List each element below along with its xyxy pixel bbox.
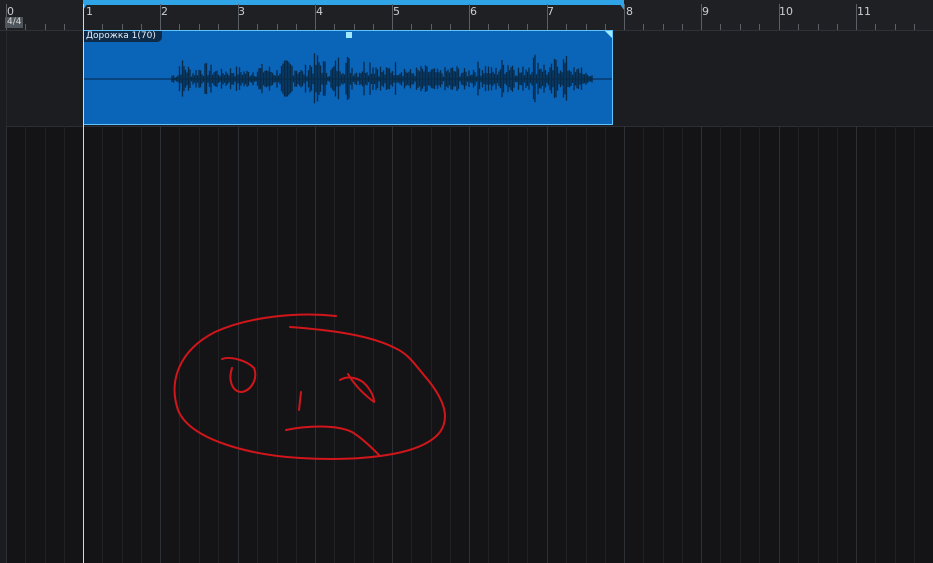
ruler-tick: [798, 24, 799, 30]
ruler-tick: [779, 4, 780, 30]
ruler-tick: [837, 24, 838, 30]
bar-number-2: 2: [161, 5, 168, 18]
ruler-tick: [624, 4, 625, 30]
bar-number-1: 1: [86, 5, 93, 18]
bar-number-7: 7: [547, 5, 554, 18]
timeline-ruler[interactable]: 0 1 2 3 4 5 6 7 8 9 10 11 4/4: [0, 0, 933, 31]
audio-clip[interactable]: Дорожка 1(70): [83, 30, 613, 125]
loop-end-marker[interactable]: [617, 0, 624, 10]
ruler-tick: [469, 4, 470, 30]
ruler-tick: [315, 4, 316, 30]
ruler-tick: [238, 4, 239, 30]
clip-volume-handle[interactable]: [346, 32, 352, 38]
ruler-tick: [914, 24, 915, 30]
ruler-tick: [64, 24, 65, 30]
bar-number-6: 6: [470, 5, 477, 18]
ruler-tick: [875, 24, 876, 30]
ruler-tick: [895, 24, 896, 30]
waveform-peaks: [171, 53, 593, 104]
bar-number-11: 11: [857, 5, 871, 18]
bar-number-3: 3: [238, 5, 245, 18]
playhead-cursor[interactable]: [83, 4, 84, 563]
ruler-tick: [856, 4, 857, 30]
ruler-tick: [392, 4, 393, 30]
ruler-tick: [759, 24, 760, 30]
audio-waveform: [84, 53, 612, 104]
ruler-tick: [643, 24, 644, 30]
bar-number-10: 10: [779, 5, 793, 18]
ruler-tick: [682, 24, 683, 30]
bar-number-4: 4: [316, 5, 323, 18]
bar-number-5: 5: [393, 5, 400, 18]
time-signature[interactable]: 4/4: [5, 17, 24, 28]
ruler-tick: [818, 24, 819, 30]
ruler-tick: [25, 24, 26, 30]
ruler-tick: [45, 24, 46, 30]
ruler-tick: [720, 24, 721, 30]
ruler-tick: [160, 4, 161, 30]
clip-fade-handle[interactable]: [605, 31, 612, 38]
ruler-tick: [547, 4, 548, 30]
bar-number-8: 8: [626, 5, 633, 18]
ruler-tick: [740, 24, 741, 30]
ruler-tick: [663, 24, 664, 30]
ruler-tick: [701, 4, 702, 30]
bar-number-9: 9: [702, 5, 709, 18]
